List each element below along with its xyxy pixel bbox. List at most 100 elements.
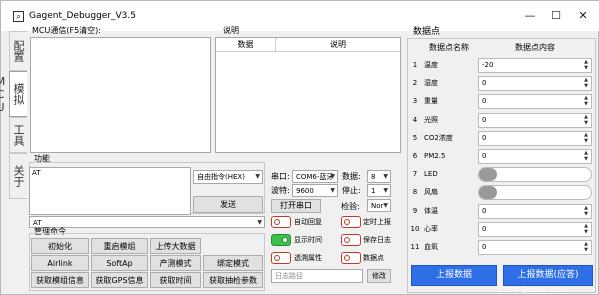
- minimize-button[interactable]: —: [523, 9, 537, 23]
- auto-reply-toggle[interactable]: [271, 216, 291, 228]
- stopbits-label: 停止:: [342, 186, 361, 195]
- datapoint-value-input[interactable]: 0 ▲ ▼: [478, 112, 592, 128]
- func-command-textarea[interactable]: AT: [29, 167, 191, 215]
- save-log-toggle[interactable]: [341, 234, 361, 246]
- baud-value: 9600: [296, 187, 314, 195]
- stopbits-combo[interactable]: 1 ▼: [367, 184, 391, 197]
- report-data-ack-button[interactable]: 上报数据(应答): [503, 265, 593, 286]
- datapoint-row: 10 心率 0 ▲ ▼: [410, 221, 593, 238]
- datapoint-index: 4: [412, 115, 418, 124]
- datapoint-name: 温度: [424, 61, 438, 69]
- datapoint-value-input[interactable]: 0 ▲ ▼: [478, 130, 592, 146]
- databits-label: 数据:: [342, 172, 361, 181]
- open-port-button[interactable]: 打开串口: [271, 199, 321, 213]
- datapoint-toggle[interactable]: [478, 185, 592, 201]
- send-button[interactable]: 发送: [193, 196, 263, 213]
- mgmt-button[interactable]: 获取时间: [150, 272, 201, 288]
- port-combo[interactable]: COM6-蓝牙 ▼: [292, 170, 338, 183]
- spin-arrows-icon[interactable]: ▲ ▼: [582, 114, 590, 127]
- datapoint-value-input[interactable]: 0 ▲ ▼: [478, 149, 592, 164]
- func-mode-combo[interactable]: 自由指令(HEX) ▼: [193, 170, 263, 184]
- log-path-placeholder: 日志路径: [275, 272, 303, 280]
- maximize-button[interactable]: ☐: [549, 9, 563, 23]
- datapoint-index: 9: [412, 206, 418, 215]
- chevron-down-icon: ▼: [383, 187, 388, 194]
- mgmt-button[interactable]: 重启模组: [91, 238, 148, 254]
- desc-col-data: 数据: [216, 38, 276, 52]
- watermark: CSDN @Kobe_Chen: [499, 286, 568, 294]
- spin-arrows-icon[interactable]: ▲ ▼: [582, 150, 590, 163]
- datapoint-value: 0: [482, 224, 487, 233]
- spin-arrows-icon[interactable]: ▲ ▼: [582, 95, 590, 108]
- datapoint-index: 10: [410, 224, 420, 233]
- datapoints-label: 数据点: [413, 27, 441, 37]
- mgmt-button[interactable]: 产测模式: [150, 255, 201, 271]
- baud-combo[interactable]: 9600 ▼: [292, 184, 338, 197]
- toggle-knob: [344, 255, 350, 261]
- timed-upload-toggle[interactable]: [341, 216, 361, 228]
- passthrough-toggle[interactable]: [271, 252, 291, 264]
- parity-combo[interactable]: Nor ▼: [367, 199, 391, 212]
- func-mode-value: 自由指令(HEX): [197, 173, 245, 181]
- close-button[interactable]: ✕: [576, 9, 590, 23]
- datapoint-value-input[interactable]: -20 ▲ ▼: [478, 58, 592, 73]
- datapoint-toggle[interactable]: [478, 167, 592, 183]
- datapoint-index: 6: [412, 152, 418, 160]
- datapoint-index: 3: [412, 97, 418, 106]
- datapoint-row: 2 湿度 0 ▲ ▼: [410, 75, 593, 92]
- tab-tools[interactable]: 工具: [9, 117, 27, 153]
- datapoint-value: 0: [482, 243, 487, 251]
- datapoint-name: 风扇: [424, 188, 438, 197]
- spin-arrows-icon[interactable]: ▲ ▼: [582, 241, 590, 254]
- datapoint-name: PM2.5: [424, 152, 446, 160]
- datapoint-value-input[interactable]: 0 ▲ ▼: [478, 221, 592, 237]
- mgmt-button[interactable]: 初始化: [31, 238, 89, 254]
- datapoint-value-input[interactable]: 0 ▲ ▼: [478, 240, 592, 255]
- show-time-toggle[interactable]: [271, 234, 291, 246]
- log-path-input[interactable]: 日志路径: [271, 269, 363, 283]
- spin-arrows-icon[interactable]: ▲ ▼: [582, 59, 590, 72]
- datapoint-value: 0: [482, 133, 487, 142]
- toggle-knob: [282, 237, 288, 243]
- datapoint-name: 湿度: [424, 79, 438, 88]
- report-data-button[interactable]: 上报数据: [411, 265, 497, 286]
- tab-about[interactable]: 关于: [9, 153, 27, 199]
- tab-simulate-mcu[interactable]: 模拟MCU: [0, 71, 27, 117]
- modify-button[interactable]: 修改: [367, 269, 391, 283]
- mgmt-button[interactable]: Airlink: [31, 255, 89, 271]
- mgmt-button[interactable]: 上传大数据: [150, 238, 201, 254]
- spin-arrows-icon[interactable]: ▲ ▼: [582, 205, 590, 218]
- mgmt-button[interactable]: 获取GPS信息: [91, 272, 148, 288]
- mgmt-button[interactable]: SoftAp: [91, 255, 148, 271]
- mgmt-button[interactable]: 获取抽检参数: [203, 272, 263, 288]
- desc-table[interactable]: 数据 说明: [215, 37, 401, 153]
- mgmt-button[interactable]: 绑定模式: [203, 255, 263, 271]
- datapoint-value-input[interactable]: 0 ▲ ▼: [478, 76, 592, 92]
- dp-col-name: 数据点名称: [429, 43, 469, 52]
- datapoint-value: 0: [482, 79, 487, 88]
- databits-combo[interactable]: 8 ▼: [367, 170, 391, 183]
- mcu-comm-label: MCU通信(F5清空):: [32, 26, 101, 35]
- datapoint-value-input[interactable]: 0 ▲ ▼: [478, 94, 592, 110]
- mgmt-button[interactable]: 获取模组信息: [31, 272, 89, 288]
- spin-arrows-icon[interactable]: ▲ ▼: [582, 132, 590, 145]
- toggle-knob: [274, 255, 280, 261]
- app-icon: ⌕: [13, 11, 24, 22]
- datapoint-row: 9 体温 0 ▲ ▼: [410, 203, 593, 220]
- spin-arrows-icon[interactable]: ▲ ▼: [582, 77, 590, 90]
- datapoint-value-input[interactable]: 0 ▲ ▼: [478, 203, 592, 219]
- dp-col-value: 数据点内容: [515, 43, 555, 52]
- datapoint-name: 血氧: [424, 243, 438, 251]
- datapoint-toggle[interactable]: [341, 252, 361, 264]
- show-time-label: 显示时间: [294, 236, 322, 244]
- chevron-down-icon: ▼: [330, 173, 335, 180]
- port-value: COM6-蓝牙: [296, 173, 334, 181]
- desc-label: 说明: [223, 26, 239, 35]
- app-window: ⌕ Gagent_Debugger_V3.5 — ☐ ✕ 配置 模拟MCU 工具…: [0, 0, 599, 295]
- datapoint-row: 8 风扇: [410, 184, 593, 201]
- datapoint-name: 重量: [424, 97, 438, 106]
- mcu-comm-textarea[interactable]: [30, 37, 211, 153]
- tab-config[interactable]: 配置: [9, 31, 27, 71]
- datapoint-row: 4 光照 0 ▲ ▼: [410, 112, 593, 129]
- spin-arrows-icon[interactable]: ▲ ▼: [582, 223, 590, 236]
